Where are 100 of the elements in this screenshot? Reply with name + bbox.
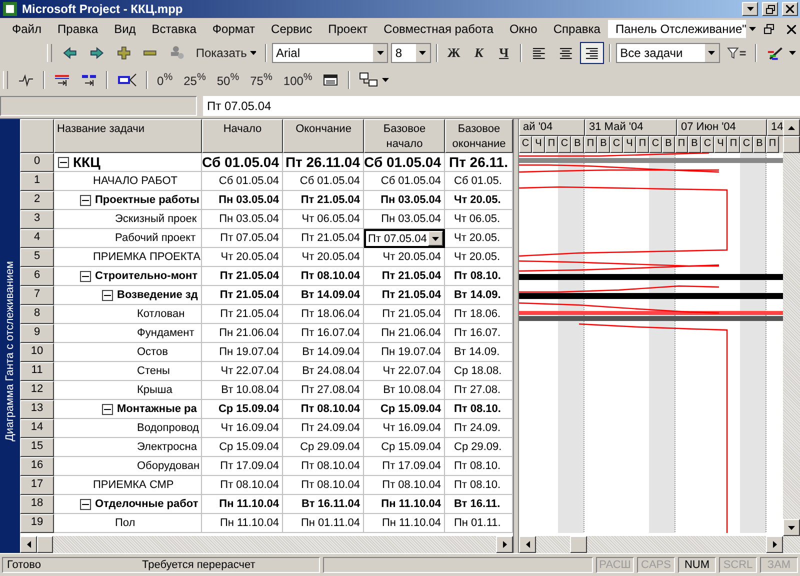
key-indicator: ЗАМ	[760, 557, 798, 573]
timescale-label: 07 Июн '04	[677, 119, 767, 136]
task-name: Крыша	[137, 384, 172, 396]
timescale-day: С	[649, 136, 662, 153]
menu-item[interactable]: Окно	[501, 20, 546, 38]
row-number[interactable]: 5	[20, 248, 54, 267]
table-cell: Пн 11.10.04	[364, 495, 445, 514]
collapse-toggle-icon[interactable]	[80, 498, 91, 510]
row-number[interactable]: 17	[20, 476, 54, 495]
menu-item[interactable]: Вид	[106, 20, 144, 38]
close-button[interactable]	[782, 2, 798, 16]
font-size-field[interactable]: 8	[391, 43, 431, 63]
timescale-day: П	[545, 136, 558, 153]
filter-field[interactable]: Все задачи	[616, 43, 720, 63]
caret-icon	[432, 236, 439, 240]
scroll-left-button[interactable]	[519, 536, 536, 553]
scroll-thumb[interactable]	[37, 536, 53, 553]
align-right-icon	[584, 45, 600, 61]
row-number[interactable]: 18	[20, 495, 54, 514]
date-field[interactable]: Пт 07.05.04	[364, 229, 445, 248]
scroll-thumb[interactable]	[570, 536, 587, 553]
table-cell: Пн 03.05.04	[364, 191, 445, 210]
scroll-thumb[interactable]	[783, 136, 800, 153]
row-number[interactable]: 7	[20, 286, 54, 305]
table-cell: Пт 26.11.04	[283, 153, 364, 172]
key-indicator: РАСШ	[596, 557, 634, 573]
scroll-right-button[interactable]	[496, 536, 513, 553]
collapse-toggle-icon[interactable]	[102, 290, 113, 300]
font-field[interactable]: Arial	[272, 43, 388, 63]
menu-item[interactable]: Совместная работа	[376, 20, 502, 38]
scroll-down-button[interactable]	[783, 519, 800, 536]
row-number[interactable]: 15	[20, 438, 54, 457]
table-cell: Ср 15.09.04	[364, 438, 445, 457]
scroll-up-button[interactable]	[783, 119, 800, 136]
status-message: Требуется перерасчет	[142, 559, 256, 571]
row-number[interactable]: 11	[20, 362, 54, 381]
row-number[interactable]: 3	[20, 210, 54, 229]
row-number[interactable]: 19	[20, 514, 54, 533]
percent-complete-button[interactable]: 75$^{%}$	[246, 69, 276, 91]
row-number[interactable]: 1	[20, 172, 54, 191]
collapse-toggle-icon[interactable]	[80, 194, 91, 206]
show-button[interactable]: Показать	[192, 42, 260, 64]
column-header[interactable]: Базовое начало	[364, 119, 445, 153]
caret-icon	[419, 51, 426, 55]
timescale-day: С	[610, 136, 623, 153]
row-number[interactable]: 12	[20, 381, 54, 400]
app-icon	[2, 1, 18, 17]
row-number[interactable]: 9	[20, 324, 54, 343]
menu-item[interactable]: Файл	[4, 20, 50, 38]
task-name: ПРИЕМКА СМР	[93, 479, 174, 491]
table-icon	[323, 72, 340, 88]
people-icon	[169, 45, 185, 61]
toolbar-dropdown[interactable]: Панель Отслеживание"	[608, 20, 758, 38]
percent-complete-button[interactable]: 0$^{%}$	[153, 69, 177, 91]
column-header[interactable]: Начало	[202, 119, 283, 153]
menu-item[interactable]: Формат	[204, 20, 264, 38]
italic-button[interactable]: К	[468, 42, 490, 64]
row-number[interactable]: 16	[20, 457, 54, 476]
restore-button[interactable]	[762, 2, 778, 16]
view-bar[interactable]: Диаграмма Ганта с отслеживанием	[0, 119, 20, 553]
column-header[interactable]: Базовое окончание	[445, 119, 513, 153]
table-cell: Пт 17.09.04	[364, 457, 445, 476]
underline-button[interactable]: Ч	[492, 42, 515, 64]
row-number[interactable]: 4	[20, 229, 54, 248]
table-cell: Пн 11.10.04	[202, 495, 283, 514]
scroll-left-button[interactable]	[20, 536, 37, 553]
column-header[interactable]: Название задачи	[54, 119, 202, 153]
table-cell: Пт 17.09.04	[202, 457, 283, 476]
row-number[interactable]: 10	[20, 343, 54, 362]
collapse-toggle-icon[interactable]	[80, 270, 91, 282]
menu-item[interactable]: Проект	[320, 20, 376, 38]
timescale-day: П	[584, 136, 597, 153]
bar-arrow-icon	[54, 72, 70, 88]
menu-item[interactable]: Справка	[545, 20, 608, 38]
scroll-right-button[interactable]	[766, 536, 783, 553]
align-button[interactable]	[580, 42, 604, 64]
minimize-button[interactable]	[742, 2, 758, 16]
collapse-toggle-icon[interactable]	[58, 156, 69, 168]
select-all-cell[interactable]	[20, 119, 54, 153]
table-cell: Пт 08.10.04	[283, 457, 364, 476]
menu-item[interactable]: Сервис	[263, 20, 320, 38]
row-number[interactable]: 13	[20, 400, 54, 419]
percent-complete-button[interactable]: 25$^{%}$	[180, 69, 210, 91]
menu-item[interactable]: Вставка	[144, 20, 204, 38]
percent-complete-button[interactable]: 100$^{%}$	[279, 69, 316, 91]
row-number[interactable]: 8	[20, 305, 54, 324]
entry-field[interactable]: Пт 07.05.04	[203, 96, 800, 116]
bold-button[interactable]: Ж	[442, 42, 465, 64]
percent-complete-button[interactable]: 50$^{%}$	[212, 69, 244, 91]
row-number[interactable]: 0	[20, 153, 54, 172]
column-header[interactable]: Окончание	[283, 119, 364, 153]
row-number[interactable]: 6	[20, 267, 54, 286]
row-number[interactable]: 2	[20, 191, 54, 210]
menu-item[interactable]: Правка	[50, 20, 106, 38]
arrow-right-icon	[88, 45, 105, 61]
row-number[interactable]: 14	[20, 419, 54, 438]
minimize-icon	[746, 7, 754, 11]
task-name: Проектные работы	[95, 194, 200, 206]
collapse-toggle-icon[interactable]	[102, 404, 113, 414]
task-name: ПРИЕМКА ПРОЕКТА	[93, 251, 200, 263]
